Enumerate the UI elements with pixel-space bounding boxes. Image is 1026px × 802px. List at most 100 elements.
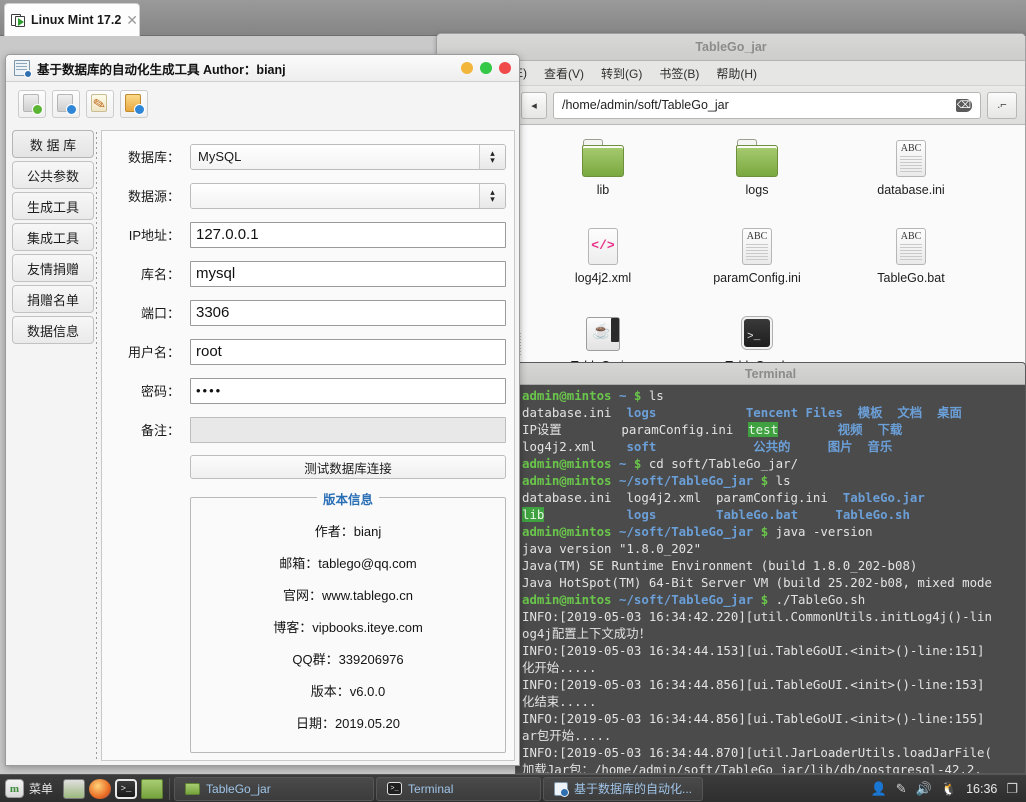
terminal-window: Terminal admin@mintos ~ $ lsdatabase.ini… [515,362,1026,774]
label-username: 用户名： [102,342,190,361]
terminal-icon[interactable]: >_ [115,779,137,799]
list-item[interactable]: lib [526,135,680,223]
terminal-line: admin@mintos ~/soft/TableGo_jar $ ./Tabl… [522,591,1025,608]
vm-tab-linux-mint[interactable]: Linux Mint 17.2 ✕ [4,3,140,36]
terminal-span [656,405,746,420]
clear-icon[interactable]: ⌫ [956,99,972,112]
chevron-updown-icon[interactable]: ▴▾ [479,145,505,169]
terminal-line: lib logs TableGo.bat TableGo.sh [522,506,1025,523]
app-main: 数 据 库 公共参数 生成工具 集成工具 友情捐赠 捐赠名单 数据信息 数据库：… [6,126,519,765]
tab-data-info[interactable]: 数据信息 [12,316,94,344]
pen-icon[interactable]: ✎ [896,781,907,797]
tab-integration[interactable]: 集成工具 [12,223,94,251]
user-icon[interactable]: 👤 [871,781,887,797]
shell-script-icon: >_ [735,315,779,355]
list-item[interactable]: </> log4j2.xml [526,223,680,311]
terminal-span: paramConfig.ini [621,422,748,437]
tab-label: 公共参数 [27,166,79,185]
remark-input[interactable] [190,417,506,443]
menu-view[interactable]: 查看(V) [544,65,584,82]
menu-help[interactable]: 帮助(H) [716,65,757,82]
test-connection-button[interactable]: 测试数据库连接 [190,455,506,479]
menu-go[interactable]: 转到(G) [601,65,642,82]
terminal-span: database.ini [522,405,626,420]
file-manager-titlebar[interactable]: TableGo_jar [437,34,1025,61]
back-button[interactable]: ◂ [521,92,547,119]
new-table-icon[interactable] [18,90,46,118]
terminal-span [853,439,868,454]
list-item[interactable]: logs [680,135,834,223]
terminal-line: database.ini logs Tencent Files 模板 文档 桌面 [522,404,1025,421]
port-input[interactable]: 3306 [190,300,506,326]
task-label: Terminal [408,782,453,796]
list-item[interactable]: ABC database.ini [834,135,988,223]
path-input[interactable]: /home/admin/soft/TableGo_jar ⌫ [553,92,981,119]
list-item[interactable]: >_ TableGo.sh [680,311,834,365]
tux-icon[interactable]: 🐧 [941,781,957,797]
username-input[interactable]: root [190,339,506,365]
terminal-line: INFO:[2019-05-03 16:34:44.870][util.JarL… [522,744,1025,761]
terminal-line: INFO:[2019-05-03 16:34:42.220][util.Comm… [522,608,1025,625]
chevron-updown-icon[interactable]: ▴▾ [479,184,505,208]
app-titlebar[interactable]: 基于数据库的自动化生成工具 Author：bianj [6,55,519,82]
list-item[interactable]: ☕ TableGo.jar [526,311,680,365]
tab-donor-list[interactable]: 捐赠名单 [12,285,94,313]
vm-tab-strip: Linux Mint 17.2 ✕ [0,0,1026,36]
form-row-ip: IP地址： 127.0.0.1 [102,215,506,254]
tab-database[interactable]: 数 据 库 [12,130,94,158]
terminal-span: logs [626,405,656,420]
list-item[interactable]: ABC paramConfig.ini [680,223,834,311]
terminal-line: admin@mintos ~/soft/TableGo_jar $ java -… [522,523,1025,540]
terminal-output[interactable]: admin@mintos ~ $ lsdatabase.ini logs Ten… [516,385,1025,773]
files-icon[interactable] [141,779,163,799]
list-item[interactable]: ABC TableGo.bat [834,223,988,311]
mint-logo-icon: m [5,779,24,798]
close-icon[interactable]: ✕ [126,13,138,27]
tools-icon[interactable] [86,90,114,118]
terminal-titlebar[interactable]: Terminal [516,363,1025,385]
workspace-switcher-icon[interactable]: ❐ [1006,781,1018,797]
password-input[interactable]: •••• [190,378,506,404]
task-button-tablego[interactable]: 基于数据库的自动化... [543,777,703,801]
toggle-location-button[interactable]: .⌐ [987,92,1017,119]
datasource-combo[interactable]: ▴▾ [190,183,506,209]
database-name-input[interactable]: mysql [190,261,506,287]
tab-public-params[interactable]: 公共参数 [12,161,94,189]
export-icon[interactable] [120,90,148,118]
task-button-filemanager[interactable]: TableGo_jar [174,777,374,801]
file-label: paramConfig.ini [713,271,801,285]
version-row-date: 日期：2019.05.20 [191,706,505,738]
database-type-combo[interactable]: MySQL ▴▾ [190,144,506,170]
terminal-span: 模板 [858,405,883,420]
task-label: 基于数据库的自动化... [574,780,692,797]
terminal-span: TableGo.jar [843,490,925,505]
terminal-span: Tencent Files [746,405,843,420]
xml-document-icon: </> [581,227,625,267]
tab-donate[interactable]: 友情捐赠 [12,254,94,282]
start-menu-button[interactable]: m 菜单 [0,775,61,802]
show-desktop-icon[interactable] [63,779,85,799]
volume-icon[interactable]: 🔊 [916,781,932,797]
add-database-icon[interactable] [52,90,80,118]
version-row-email: 邮箱：tablego@qq.com [191,546,505,578]
label-database-name: 库名： [102,264,190,283]
maximize-button[interactable] [480,62,492,74]
ip-address-input[interactable]: 127.0.0.1 [190,222,506,248]
terminal-span: 视频 [838,422,863,437]
label-password: 密码： [102,381,190,400]
terminal-span: lib [522,507,544,522]
firefox-icon[interactable] [89,779,111,799]
file-manager-body: 用 lib logs ABC database.ini </> [437,125,1025,363]
desktop: Linux Mint 17.2 ✕ TableGo_jar E) 查看(V) 转… [0,0,1026,802]
form-row-database-type: 数据库： MySQL ▴▾ [102,137,506,176]
task-button-terminal[interactable]: >_ Terminal [376,777,541,801]
text-document-icon: ABC [735,227,779,267]
tab-generate-tools[interactable]: 生成工具 [12,192,94,220]
minimize-button[interactable] [461,62,473,74]
terminal-line: log4j2.xml soft 公共的 图片 音乐 [522,438,1025,455]
close-button[interactable] [499,62,511,74]
database-form-panel: 数据库： MySQL ▴▾ 数据源： ▴▾ IP地址： 127.0.0.1 [101,130,515,761]
clock[interactable]: 16:36 [966,782,997,796]
menu-bookmarks[interactable]: 书签(B) [659,65,699,82]
mint-window-icon [11,13,26,28]
